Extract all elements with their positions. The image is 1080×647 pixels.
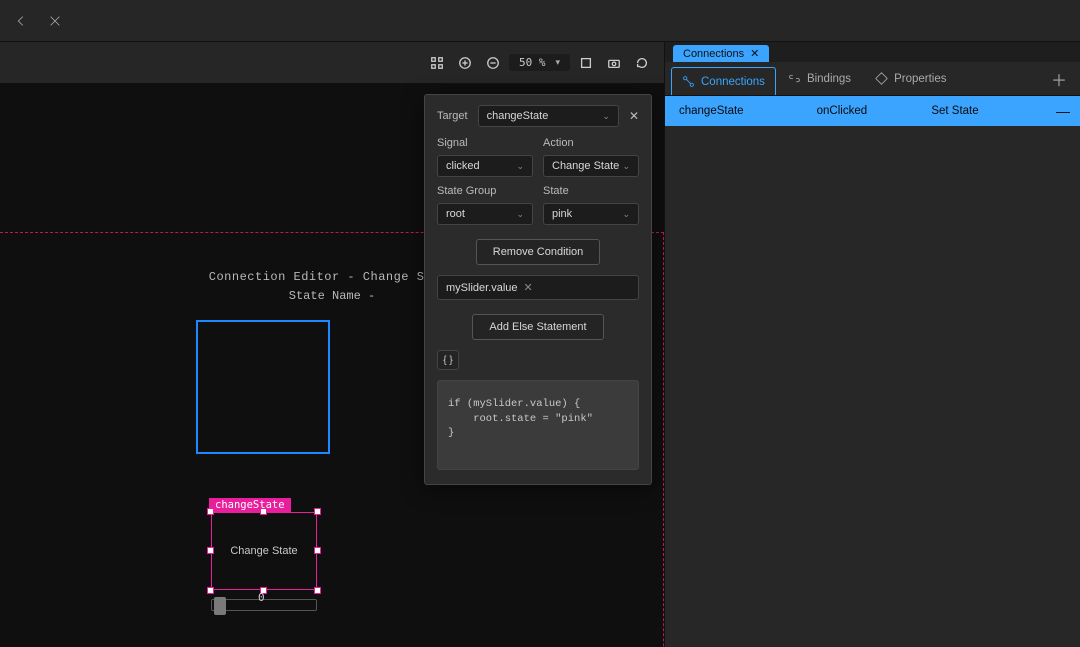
panel-tab-strip: Connections ✕ (665, 42, 1080, 62)
chevron-down-icon[interactable]: ▾ (551, 57, 564, 68)
subtab-bindings[interactable]: Bindings (776, 62, 863, 95)
state-dropdown[interactable]: pink ⌄ (543, 203, 639, 225)
resize-handle[interactable] (314, 587, 321, 594)
zoom-in-icon[interactable] (453, 51, 477, 75)
target-label: Target (437, 110, 468, 122)
change-state-button-design: Change State (211, 512, 317, 590)
selected-item[interactable]: changeState Change State (211, 512, 317, 590)
connection-editor-panel: Target changeState ⌄ ✕ Signal clicked ⌄ … (424, 94, 652, 485)
condition-input[interactable]: mySlider.value ✕ (437, 275, 639, 300)
slider-handle[interactable] (214, 597, 226, 615)
state-value: pink (552, 208, 572, 220)
close-icon[interactable]: ✕ (629, 109, 639, 123)
chevron-down-icon: ⌄ (516, 209, 524, 220)
target-value: changeState (487, 110, 549, 122)
resize-handle[interactable] (260, 508, 267, 515)
window-top-strip (0, 0, 1080, 42)
chevron-down-icon: ⌄ (622, 209, 630, 220)
add-else-button[interactable]: Add Else Statement (472, 314, 603, 340)
row-target: changeState (679, 105, 817, 117)
resize-handle[interactable] (207, 508, 214, 515)
selected-item-text: Change State (230, 545, 297, 557)
generated-code: if (mySlider.value) { root.state = "pink… (437, 380, 639, 470)
condition-expression: mySlider.value (446, 282, 518, 294)
fit-screen-icon[interactable] (574, 51, 598, 75)
remove-condition-button[interactable]: Remove Condition (476, 239, 601, 265)
zoom-out-icon[interactable] (481, 51, 505, 75)
signal-label: Signal (437, 137, 533, 149)
refresh-icon[interactable] (630, 51, 654, 75)
action-value: Change State (552, 160, 619, 172)
target-dropdown[interactable]: changeState ⌄ (478, 105, 619, 127)
close-icon[interactable]: ✕ (750, 47, 759, 60)
state-group-dropdown[interactable]: root ⌄ (437, 203, 533, 225)
back-button[interactable] (10, 10, 32, 32)
chevron-down-icon: ⌄ (516, 161, 524, 172)
state-label: State (543, 185, 639, 197)
action-dropdown[interactable]: Change State ⌄ (543, 155, 639, 177)
camera-icon[interactable] (602, 51, 626, 75)
chevron-down-icon: ⌄ (602, 111, 610, 122)
connections-panel: Connections ✕ Connections Bindings Prope… (664, 42, 1080, 647)
row-signal: onClicked (817, 105, 932, 117)
panel-tab-connections[interactable]: Connections ✕ (673, 45, 769, 62)
subtab-properties[interactable]: Properties (863, 62, 958, 95)
state-group-value: root (446, 208, 465, 220)
resize-handle[interactable] (314, 508, 321, 515)
action-label: Action (543, 137, 639, 149)
connection-row[interactable]: changeState onClicked Set State — (665, 96, 1080, 126)
slider-value: 0 (258, 591, 265, 604)
zoom-level[interactable]: 50 % ▾ (509, 54, 570, 71)
grid-icon[interactable] (425, 51, 449, 75)
code-toggle-button[interactable]: { } (437, 350, 459, 370)
signal-dropdown[interactable]: clicked ⌄ (437, 155, 533, 177)
selection-tag: changeState (209, 498, 291, 512)
chevron-down-icon: ⌄ (622, 161, 630, 172)
canvas-toolbar: 50 % ▾ (0, 42, 664, 84)
panel-subtabs: Connections Bindings Properties ＋ (665, 62, 1080, 96)
rectangle-item[interactable] (196, 320, 330, 454)
close-button[interactable] (44, 10, 66, 32)
clear-icon[interactable]: ✕ (524, 281, 533, 294)
remove-row-button[interactable]: — (1046, 103, 1080, 119)
signal-value: clicked (446, 160, 480, 172)
add-connection-button[interactable]: ＋ (1048, 68, 1070, 90)
subtab-connections[interactable]: Connections (671, 67, 776, 95)
resize-handle[interactable] (207, 587, 214, 594)
resize-handle[interactable] (314, 547, 321, 554)
row-action: Set State (931, 105, 1046, 117)
state-group-label: State Group (437, 185, 533, 197)
zoom-value: 50 % (515, 56, 550, 69)
resize-handle[interactable] (207, 547, 214, 554)
